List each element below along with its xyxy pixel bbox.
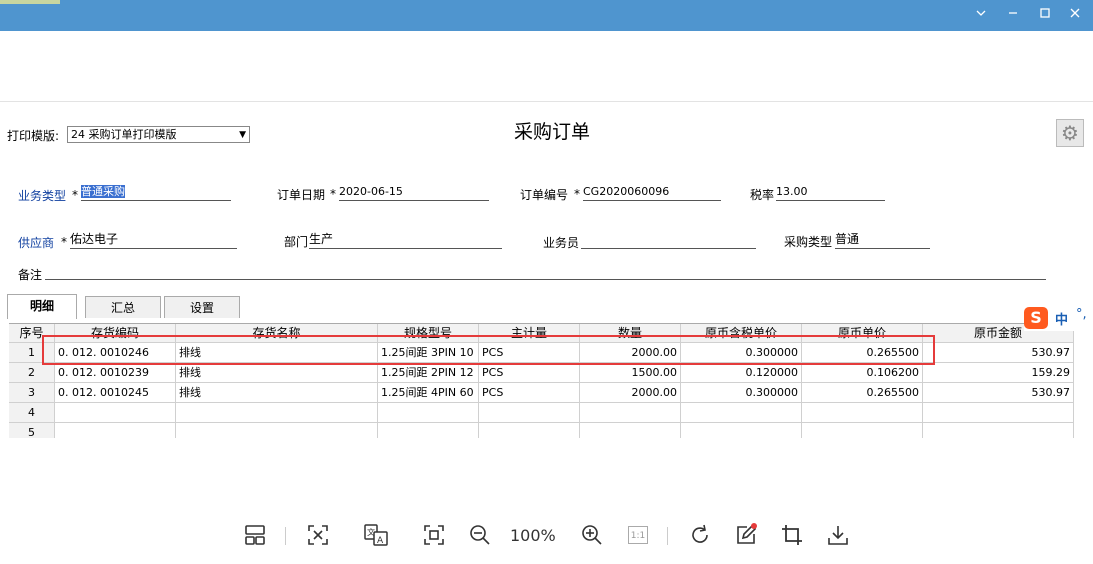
order-date-field[interactable]: 2020-06-15 [339,184,489,201]
table-cell[interactable]: 530.97 [923,383,1074,403]
layout-icon[interactable] [240,519,270,551]
rotate-icon[interactable] [685,519,715,551]
table-cell[interactable]: PCS [479,383,580,403]
remark-label: 备注 [18,268,43,282]
fit-screen-icon[interactable] [303,519,333,551]
table-cell[interactable] [802,423,923,438]
table-cell[interactable] [802,403,923,423]
table-cell[interactable]: 0. 012. 0010239 [55,363,176,383]
table-cell[interactable] [580,403,681,423]
table-cell[interactable]: 0.300000 [681,383,802,403]
table-cell[interactable] [378,403,479,423]
ime-logo-icon: S [1024,307,1048,329]
table-cell[interactable] [55,403,176,423]
row-number: 4 [9,403,55,423]
actual-size-label: 1:1 [628,526,648,544]
row-highlight-box [42,335,935,365]
table-cell[interactable]: 排线 [176,383,378,403]
template-select[interactable]: 24 采购订单打印模版 ▼ [67,126,250,143]
table-cell[interactable]: PCS [479,363,580,383]
table-cell[interactable] [55,423,176,438]
window-titlebar [0,0,1093,31]
business-type-field[interactable]: 普通采购 [81,184,231,201]
edit-icon[interactable] [731,519,761,551]
dropdown-arrow-icon[interactable]: ▼ [239,127,246,143]
table-cell[interactable] [479,403,580,423]
table-cell[interactable] [681,403,802,423]
maximize-icon[interactable] [1030,0,1060,31]
crop-icon[interactable] [777,519,807,551]
department-field[interactable]: 生产 [309,232,502,249]
template-label: 打印模版: [7,129,60,143]
order-no-label: 订单编号 [520,188,569,202]
row-number: 3 [9,383,55,403]
order-date-label: 订单日期 [277,188,326,202]
required-mark: * [330,187,336,201]
department-label: 部门 [284,235,309,249]
required-mark: * [574,187,580,201]
svg-text:文: 文 [367,527,375,537]
table-cell[interactable]: 1500.00 [580,363,681,383]
actual-size-icon[interactable]: 1:1 [623,519,653,551]
ime-language: 中 [1055,313,1069,328]
page-title: 采购订单 [514,121,591,143]
table-cell[interactable]: 0.120000 [681,363,802,383]
zoom-level: 100% [510,526,556,545]
supplier-label: 供应商 [18,236,55,250]
table-cell[interactable]: 0. 012. 0010245 [55,383,176,403]
row-number: 2 [9,363,55,383]
purchase-type-label: 采购类型 [784,235,833,249]
table-cell[interactable] [479,423,580,438]
table-cell[interactable]: 159.29 [923,363,1074,383]
tab-summary[interactable]: 汇总 [85,296,161,318]
business-type-label: 业务类型 [18,189,67,203]
required-mark: * [72,188,78,202]
table-cell[interactable] [176,403,378,423]
row-number: 5 [9,423,55,438]
order-no-field[interactable]: CG2020060096 [583,184,721,201]
supplier-field[interactable]: 佑达电子 [70,232,237,249]
download-icon[interactable] [823,519,853,551]
viewer-toolbar: A文 100% 1:1 [0,511,1093,561]
table-cell[interactable] [378,423,479,438]
table-cell[interactable]: 530.97 [923,343,1074,363]
close-icon[interactable] [1060,0,1090,31]
table-cell[interactable] [176,423,378,438]
table-cell[interactable]: 1.25间距 2PIN 12 [378,363,479,383]
settings-gear-icon[interactable]: ⚙ [1056,119,1084,147]
tax-rate-label: 税率 [750,188,775,202]
business-type-value: 普通采购 [81,185,125,198]
top-strip [0,0,60,4]
minimize-icon[interactable] [998,0,1028,31]
table-cell[interactable] [580,423,681,438]
table-cell[interactable]: 0.106200 [802,363,923,383]
table-cell[interactable]: 1.25间距 4PIN 60 [378,383,479,403]
salesperson-label: 业务员 [543,236,580,250]
salesperson-field[interactable] [581,232,756,249]
translate-icon[interactable]: A文 [361,519,391,551]
tab-settings[interactable]: 设置 [164,296,240,318]
table-cell[interactable] [923,403,1074,423]
ime-punctuation: °, [1076,307,1087,322]
table-cell[interactable] [681,423,802,438]
crop-frame-icon[interactable] [419,519,449,551]
required-mark: * [61,235,67,249]
purchase-type-field[interactable]: 普通 [835,232,930,249]
remark-field[interactable] [45,263,1046,280]
chevron-down-icon[interactable] [966,0,996,31]
toolbar-separator [667,527,668,545]
ime-indicator[interactable]: S 中 °, [1024,305,1093,331]
zoom-in-icon[interactable] [577,519,607,551]
template-select-value: 24 采购订单打印模版 [71,128,177,141]
tax-rate-field[interactable]: 13.00 [776,184,885,201]
zoom-out-icon[interactable] [465,519,495,551]
table-cell[interactable] [923,423,1074,438]
svg-text:A: A [377,536,384,546]
table-cell[interactable]: 排线 [176,363,378,383]
toolbar-separator [285,527,286,545]
table-cell[interactable]: 0.265500 [802,383,923,403]
tab-detail[interactable]: 明细 [7,294,77,319]
table-cell[interactable]: 2000.00 [580,383,681,403]
